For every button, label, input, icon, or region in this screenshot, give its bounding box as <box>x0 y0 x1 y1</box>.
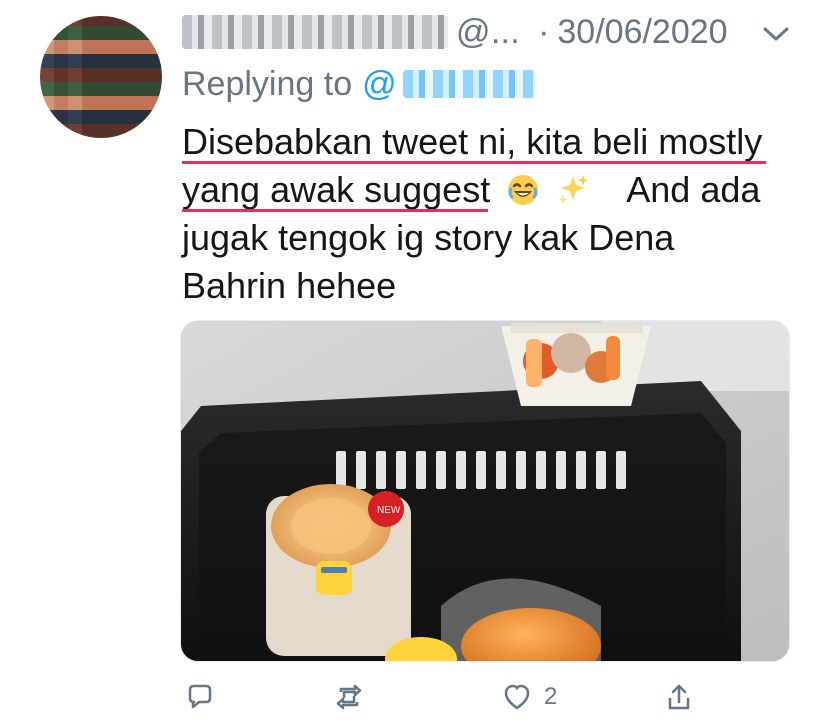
like-count: 2 <box>544 683 558 710</box>
tweet-actions: 2 <box>182 672 712 724</box>
replying-to-label: Replying to <box>182 64 353 103</box>
laughing-emoji-icon <box>508 175 539 205</box>
tweet-text-line-2: yang awak suggest And ada <box>182 166 792 214</box>
tweet-text-line-3: jugak tengok ig story kak Dena <box>182 217 675 258</box>
redacted-mention <box>402 70 535 98</box>
user-handle[interactable]: @... <box>456 13 520 52</box>
retweet-button[interactable] <box>332 680 366 714</box>
replying-to: Replying to @ <box>182 62 535 106</box>
retweet-icon <box>336 684 362 710</box>
avatar-pixelation <box>40 16 162 138</box>
replying-to-mention[interactable]: @ <box>362 65 535 104</box>
sparkles-emoji-icon <box>558 175 589 205</box>
tweet-text-line-4: Bahrin hehee <box>182 265 397 306</box>
redacted-display-name[interactable] <box>182 15 448 49</box>
tweet-text-line-2-b: And ada <box>626 169 761 210</box>
tweet-text-line-2-a: yang awak suggest <box>182 169 491 210</box>
dessert-cup: NEW <box>266 484 411 656</box>
tweet-header: @... · 30/06/2020 <box>182 10 728 54</box>
share-icon <box>668 684 690 710</box>
reply-icon <box>188 684 212 709</box>
chevron-down-icon[interactable] <box>762 26 790 42</box>
separator-dot: · <box>538 12 550 51</box>
reply-button[interactable] <box>182 680 216 714</box>
red-underline <box>182 209 488 212</box>
share-button[interactable] <box>662 680 696 714</box>
tweet-media-image[interactable]: NEW <box>180 320 790 662</box>
tweet-text-line-1-content: Disebabkan tweet ni, kita beli mostly <box>182 121 763 162</box>
svg-text:NEW: NEW <box>377 505 401 516</box>
tweet-date[interactable]: 30/06/2020 <box>557 13 727 52</box>
mention-at: @ <box>362 64 397 103</box>
tweet-text-line-1: Disebabkan tweet ni, kita beli mostly <box>182 118 792 166</box>
basket-slots <box>336 451 626 489</box>
like-button[interactable]: 2 <box>500 680 557 714</box>
photo-illustration: NEW <box>181 321 789 661</box>
red-underline <box>182 161 766 164</box>
tweet-text: Disebabkan tweet ni, kita beli mostly ya… <box>182 118 792 310</box>
avatar[interactable] <box>40 16 162 138</box>
heart-icon <box>504 684 530 710</box>
snack-cup <box>501 323 651 406</box>
